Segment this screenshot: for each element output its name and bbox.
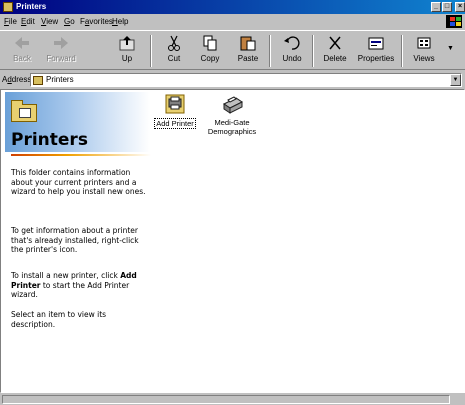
delete-x-icon bbox=[326, 34, 344, 52]
info-paragraph-4: Select an item to view its description. bbox=[11, 310, 107, 329]
copy-icon bbox=[201, 34, 219, 52]
printers-folder-icon bbox=[3, 2, 13, 12]
windows-logo-icon bbox=[446, 15, 462, 28]
back-arrow-icon bbox=[13, 34, 31, 52]
info-paragraph-1: This folder contains information about y… bbox=[11, 168, 146, 196]
views-button[interactable]: Views bbox=[405, 34, 443, 68]
address-field[interactable]: Printers ▼ bbox=[30, 73, 462, 87]
info-paragraph-2: To get information about a printer that'… bbox=[11, 226, 139, 254]
status-bar bbox=[0, 394, 465, 405]
pane-title: Printers bbox=[11, 130, 88, 150]
printer-icon bbox=[220, 92, 244, 116]
menu-bar: File Edit View Go Favorites Help bbox=[0, 15, 465, 29]
views-dropdown-icon[interactable]: ▼ bbox=[447, 45, 454, 52]
menu-help[interactable]: Help bbox=[112, 16, 128, 28]
printer-label: Medi-Gate Demographics bbox=[207, 118, 257, 136]
cut-button[interactable]: Cut bbox=[155, 34, 193, 68]
add-printer-icon bbox=[163, 92, 187, 116]
printers-folder-icon bbox=[33, 76, 43, 85]
copy-button[interactable]: Copy bbox=[191, 34, 229, 68]
undo-arrow-icon bbox=[283, 34, 301, 52]
add-printer-item[interactable]: Add Printer bbox=[153, 92, 197, 129]
close-button[interactable]: × bbox=[455, 2, 465, 12]
printers-window: Printers _ □ × File Edit View Go Favorit… bbox=[0, 0, 465, 405]
web-view-pane: Printers This folder contains informatio… bbox=[5, 92, 151, 390]
address-bar: Address Printers ▼ bbox=[0, 72, 465, 88]
views-grid-icon bbox=[415, 34, 433, 52]
menu-edit[interactable]: Edit bbox=[21, 16, 35, 28]
properties-icon bbox=[367, 34, 385, 52]
maximize-button[interactable]: □ bbox=[442, 2, 452, 12]
undo-button[interactable]: Undo bbox=[273, 34, 311, 68]
address-value: Printers bbox=[46, 75, 74, 84]
up-button[interactable]: Up bbox=[108, 34, 146, 68]
printer-item-medi-gate[interactable]: Medi-Gate Demographics bbox=[201, 92, 263, 136]
info-paragraph-3: To install a new printer, click Add Prin… bbox=[11, 271, 137, 299]
status-cell bbox=[2, 395, 450, 404]
printers-folder-large-icon bbox=[11, 100, 37, 122]
window-title: Printers bbox=[16, 2, 47, 11]
back-button[interactable]: Back bbox=[3, 34, 41, 68]
title-bar[interactable]: Printers _ □ × bbox=[0, 0, 465, 14]
standard-toolbar: Back Forward Up Cut Copy Paste Undo Dele… bbox=[0, 30, 465, 70]
forward-arrow-icon bbox=[52, 34, 70, 52]
clipboard-icon bbox=[239, 34, 257, 52]
address-label: Address bbox=[2, 75, 32, 84]
forward-button[interactable]: Forward bbox=[42, 34, 80, 68]
folder-view: Printers This folder contains informatio… bbox=[0, 89, 465, 393]
title-underline bbox=[11, 154, 151, 156]
menu-file[interactable]: File bbox=[4, 16, 17, 28]
delete-button[interactable]: Delete bbox=[316, 34, 354, 68]
up-folder-icon bbox=[118, 34, 136, 52]
menu-favorites[interactable]: Favorites bbox=[80, 16, 113, 28]
menu-go[interactable]: Go bbox=[64, 16, 75, 28]
scissors-icon bbox=[165, 34, 183, 52]
paste-button[interactable]: Paste bbox=[229, 34, 267, 68]
add-printer-label: Add Printer bbox=[154, 118, 196, 129]
menu-view[interactable]: View bbox=[41, 16, 58, 28]
address-dropdown-button[interactable]: ▼ bbox=[450, 74, 461, 86]
properties-button[interactable]: Properties bbox=[354, 34, 398, 68]
minimize-button[interactable]: _ bbox=[431, 2, 441, 12]
